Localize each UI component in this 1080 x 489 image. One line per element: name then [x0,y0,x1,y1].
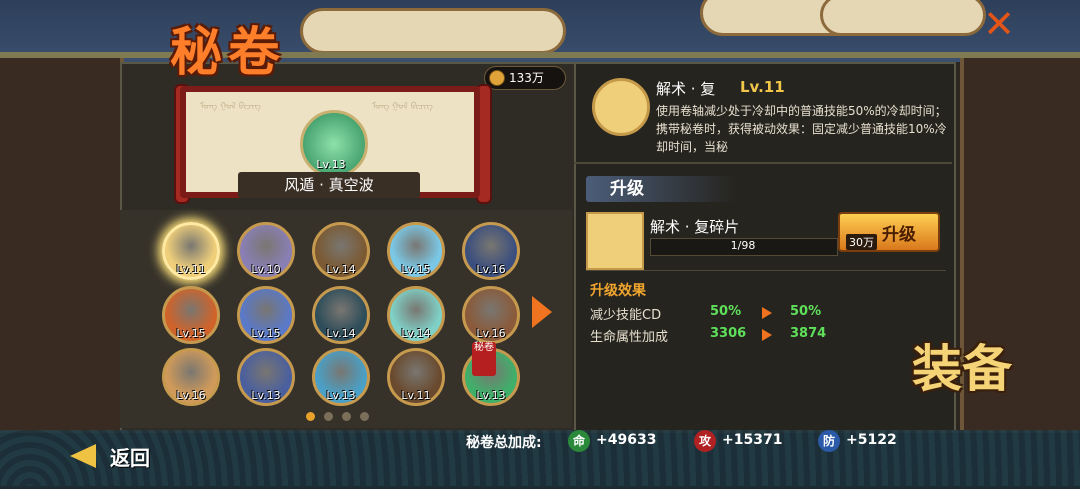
divider [574,162,952,164]
coin-icon [489,69,505,86]
hp-stat-value: +49633 [596,432,657,448]
next-page-arrow-icon[interactable] [532,296,552,328]
page-title: 秘卷 [170,22,287,83]
scroll-item[interactable]: Lv.16 [162,348,220,406]
total-bonus-label: 秘卷总加成: [466,435,542,451]
skill-name: 解术 · 复 [656,80,716,98]
effects-heading: 升级效果 [590,283,646,299]
scroll-item-level: Lv.10 [251,263,281,276]
currency-amount: 133万 [509,71,544,85]
scroll-item-level: Lv.15 [251,327,281,340]
effect-current: 3306 [710,326,747,341]
scroll-item-level: Lv.13 [251,389,281,402]
skill-level: Lv.11 [740,78,785,96]
scroll-item[interactable]: Lv.15 [237,286,295,344]
back-arrow-icon [70,444,96,468]
header-border [0,52,1080,58]
scroll-item-level: Lv.16 [476,263,506,276]
scroll-item-level: Lv.16 [476,327,506,340]
arrow-right-icon [762,307,772,319]
upgrade-button-label: 升级 [882,225,916,245]
scroll-item-level: Lv.11 [401,389,431,402]
scroll-item-level: Lv.15 [176,327,206,340]
fragment-icon [586,212,644,270]
attack-stat-value: +15371 [722,432,783,448]
defense-stat-value: +5122 [846,432,897,448]
divider [586,270,946,271]
effect-label: 生命属性加成 [590,330,669,345]
scroll-item[interactable]: Lv.13 [312,348,370,406]
page-dot[interactable] [306,412,315,421]
skill-description: 使用卷轴减少处于冷却中的普通技能50%的冷却时间；携带秘卷时，获得被动效果：固定… [656,104,947,154]
arrow-right-icon [762,329,772,341]
effect-next: 3874 [790,326,827,341]
upgrade-cost: 30万 [846,234,877,250]
scroll-item-level: Lv.13 [476,389,506,402]
upgrade-button[interactable]: 升级 30万 [838,212,940,252]
currency-display: 133万 [484,66,566,90]
left-decorative-panel [0,58,124,430]
featured-scroll-name: 风遁 · 真空波 [238,172,420,198]
scroll-item-level: Lv.15 [401,263,431,276]
scroll-item[interactable]: Lv.14 [312,222,370,280]
featured-scroll-level: Lv.13 [316,158,346,171]
defense-stat-icon: 防 [818,430,840,452]
scroll-script-right: ᠮᠣᠩ ᠭᠣᠯ ᠪᠢᠴᠢᠭ [372,102,433,112]
scroll-item-level: Lv.16 [176,389,206,402]
fragment-progress-text: 1/98 [730,239,756,252]
page-dot[interactable] [324,412,333,421]
scroll-item-level: Lv.14 [326,263,356,276]
cloud-decoration [820,0,986,36]
scroll-item-level: Lv.14 [401,327,431,340]
scroll-item-level: Lv.14 [326,327,356,340]
effect-next: 50% [790,304,822,319]
attack-stat-icon: 攻 [694,430,716,452]
scroll-item[interactable]: Lv.15 [162,286,220,344]
scroll-item[interactable]: Lv.13 [237,348,295,406]
scroll-item-level: Lv.11 [176,263,206,276]
hp-stat-icon: 命 [568,430,590,452]
page-dot[interactable] [360,412,369,421]
page-dot[interactable] [342,412,351,421]
scroll-script-left: ᠮᠣᠩ ᠭᠣᠯ ᠪᠢᠴᠢᠭ [200,102,261,112]
back-button[interactable]: 返回 [70,440,170,472]
scroll-item[interactable]: Lv.16 [462,222,520,280]
effect-label: 减少技能CD [590,308,662,323]
special-badge: 秘卷 [472,342,496,376]
scroll-item[interactable]: Lv.15 [387,222,445,280]
scroll-item[interactable]: Lv.11 [162,222,220,280]
scroll-item[interactable]: Lv.16 [462,286,520,344]
scroll-item[interactable]: Lv.11 [387,348,445,406]
scroll-item[interactable]: Lv.10 [237,222,295,280]
close-x-icon[interactable]: ✕ [976,4,1022,44]
scroll-item-level: Lv.13 [326,389,356,402]
page-indicator [306,406,378,425]
scroll-item[interactable]: Lv.14 [387,286,445,344]
scroll-item[interactable]: Lv.14 [312,286,370,344]
fragment-name: 解术 · 复碎片 [650,218,740,236]
skill-avatar-icon [592,78,650,136]
effect-current: 50% [710,304,742,319]
upgrade-heading: 升级 [586,176,736,202]
back-label: 返回 [110,446,150,470]
